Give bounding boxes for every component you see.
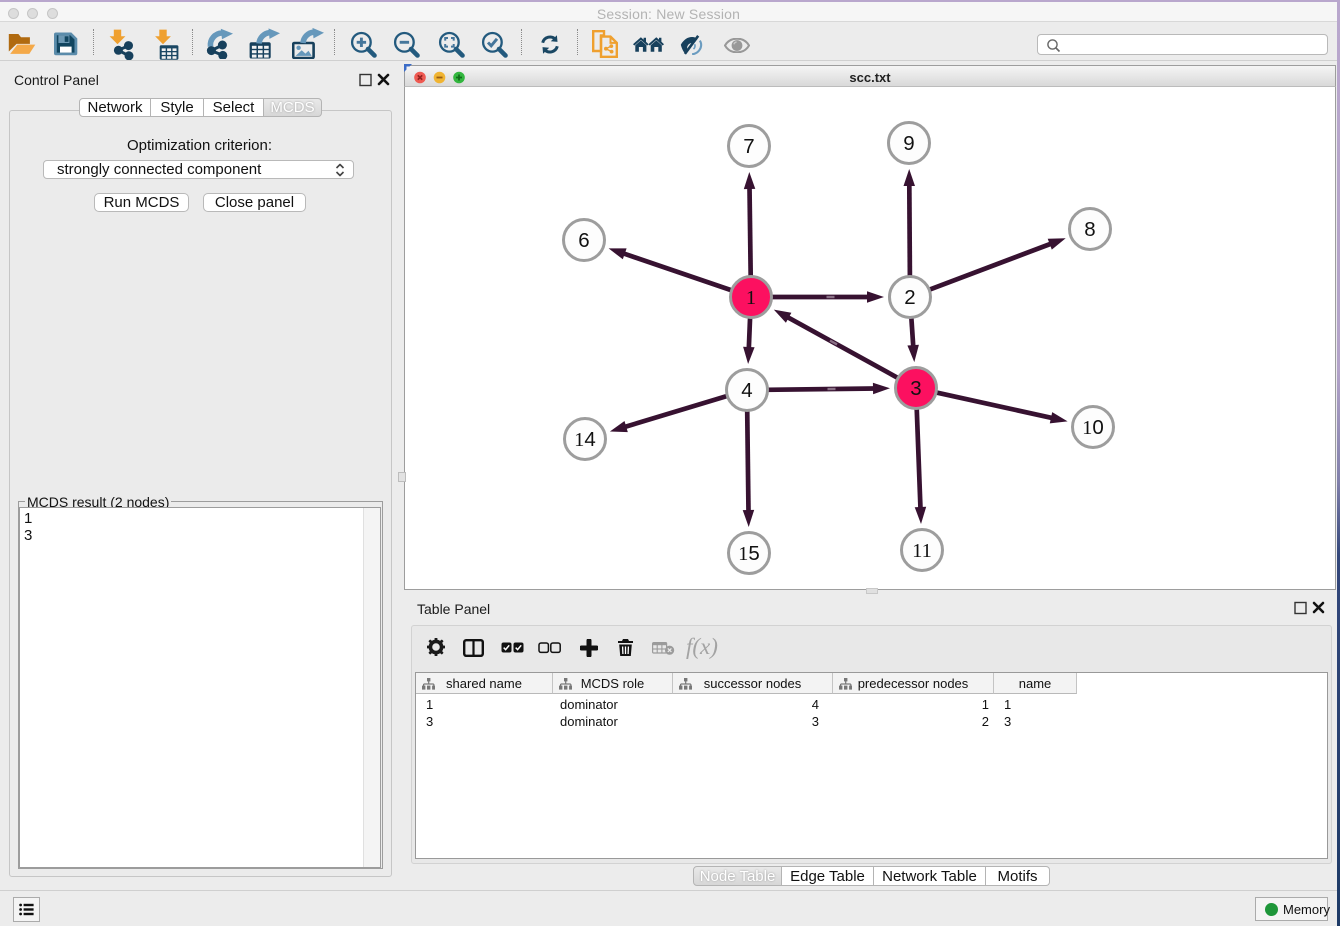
svg-text:7: 7 (743, 135, 754, 158)
svg-text:15: 15 (738, 542, 760, 565)
svg-text:1: 1 (746, 287, 756, 309)
svg-text:10: 10 (1082, 416, 1104, 439)
svg-text:2: 2 (904, 286, 915, 309)
svg-text:8: 8 (1084, 218, 1095, 241)
svg-text:4: 4 (741, 379, 752, 402)
svg-text:14: 14 (574, 428, 596, 451)
svg-text:6: 6 (578, 229, 589, 252)
svg-text:3: 3 (910, 377, 921, 400)
svg-text:9: 9 (903, 132, 914, 155)
svg-text:11: 11 (912, 540, 932, 562)
